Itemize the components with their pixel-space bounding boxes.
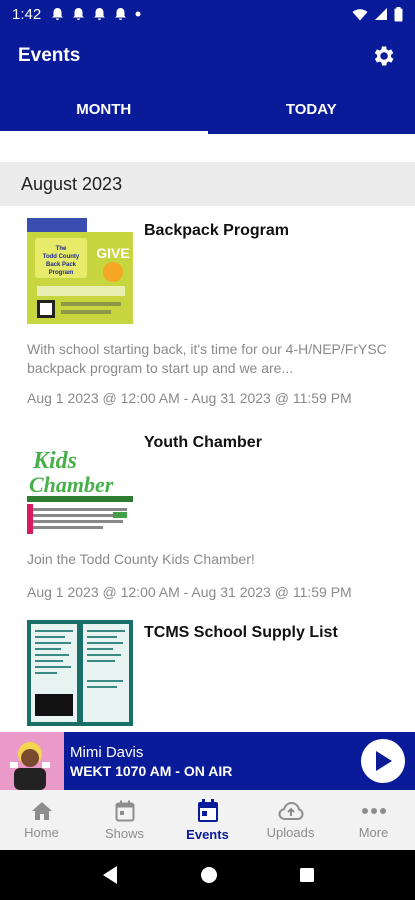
tab-today[interactable]: TODAY bbox=[208, 84, 415, 134]
app-bar: Events bbox=[0, 28, 415, 84]
nav-shows[interactable]: Shows bbox=[83, 790, 166, 850]
event-date: Aug 1 2023 @ 12:00 AM - Aug 31 2023 @ 11… bbox=[27, 584, 352, 600]
gear-icon bbox=[374, 46, 394, 66]
nav-label: Events bbox=[186, 826, 229, 842]
signal-icon bbox=[375, 8, 387, 20]
month-header: August 2023 bbox=[0, 162, 415, 206]
bell-icon bbox=[115, 8, 127, 20]
host-avatar bbox=[0, 732, 64, 790]
svg-text:Chamber: Chamber bbox=[29, 472, 114, 497]
svg-text:The: The bbox=[56, 246, 67, 252]
svg-text:Kids: Kids bbox=[32, 448, 77, 474]
player-info: Mimi Davis WEKT 1070 AM - ON AIR bbox=[70, 744, 232, 779]
svg-text:Back Pack: Back Pack bbox=[46, 262, 77, 268]
more-dots-icon bbox=[361, 807, 386, 814]
nav-label: Uploads bbox=[266, 824, 315, 840]
bell-icon bbox=[52, 8, 64, 20]
event-title: TCMS School Supply List bbox=[144, 624, 338, 641]
bell-icon bbox=[94, 8, 106, 20]
wifi-icon bbox=[352, 8, 368, 20]
list-item[interactable]: The Todd County Back Pack Program GIVE B… bbox=[0, 218, 415, 414]
event-description: Join the Todd County Kids Chamber! bbox=[27, 551, 255, 567]
nav-more[interactable]: More bbox=[332, 790, 415, 850]
cloud-upload-icon bbox=[277, 801, 304, 820]
nav-uploads[interactable]: Uploads bbox=[249, 790, 332, 850]
station-name: WEKT 1070 AM - ON AIR bbox=[70, 762, 233, 779]
play-icon bbox=[376, 751, 392, 771]
status-bar: 1:42 bbox=[0, 0, 415, 28]
back-icon[interactable] bbox=[101, 865, 119, 885]
calendar-icon bbox=[197, 798, 218, 822]
nav-events[interactable]: Events bbox=[166, 790, 249, 850]
play-button[interactable] bbox=[361, 739, 405, 783]
svg-text:GIVE: GIVE bbox=[96, 245, 129, 261]
event-description: With school starting back, it's time for… bbox=[27, 341, 387, 376]
recents-icon[interactable] bbox=[299, 867, 315, 883]
calendar-outline-icon bbox=[115, 800, 134, 821]
settings-button[interactable] bbox=[369, 42, 397, 70]
svg-text:Program: Program bbox=[49, 270, 74, 276]
nav-label: Home bbox=[24, 824, 59, 840]
system-navigation-bar bbox=[0, 850, 415, 900]
home-circle-icon[interactable] bbox=[200, 866, 218, 884]
tab-month[interactable]: MONTH bbox=[0, 84, 208, 134]
event-title: Backpack Program bbox=[144, 222, 289, 239]
nav-label: Shows bbox=[104, 825, 145, 841]
bell-icon bbox=[73, 8, 85, 20]
notification-icons bbox=[51, 7, 141, 21]
list-item[interactable]: TCMS School Supply List bbox=[0, 620, 415, 732]
event-thumbnail: Kids Chamber bbox=[27, 434, 133, 540]
svg-text:Todd County: Todd County bbox=[43, 254, 80, 260]
bottom-navigation: Home Shows Events Uploads More bbox=[0, 790, 415, 850]
nav-label: More bbox=[358, 824, 389, 840]
event-thumbnail bbox=[27, 620, 133, 726]
events-list[interactable]: August 2023 The Todd County Back Pack Pr… bbox=[0, 134, 415, 732]
dot-icon bbox=[135, 11, 141, 17]
battery-icon bbox=[394, 6, 403, 21]
system-status-icons bbox=[352, 6, 403, 22]
tab-bar: MONTH TODAY bbox=[0, 84, 415, 134]
event-title: Youth Chamber bbox=[144, 434, 262, 451]
page-title: Events bbox=[18, 45, 81, 66]
event-thumbnail: The Todd County Back Pack Program GIVE bbox=[27, 218, 133, 324]
now-playing-bar[interactable]: Mimi Davis WEKT 1070 AM - ON AIR bbox=[0, 732, 415, 790]
event-date: Aug 1 2023 @ 12:00 AM - Aug 31 2023 @ 11… bbox=[27, 390, 352, 406]
list-item[interactable]: Kids Chamber Youth Chamber Join the Todd… bbox=[0, 434, 415, 604]
home-icon bbox=[31, 801, 52, 820]
nav-home[interactable]: Home bbox=[0, 790, 83, 850]
host-name: Mimi Davis bbox=[70, 743, 144, 761]
clock: 1:42 bbox=[12, 5, 42, 23]
